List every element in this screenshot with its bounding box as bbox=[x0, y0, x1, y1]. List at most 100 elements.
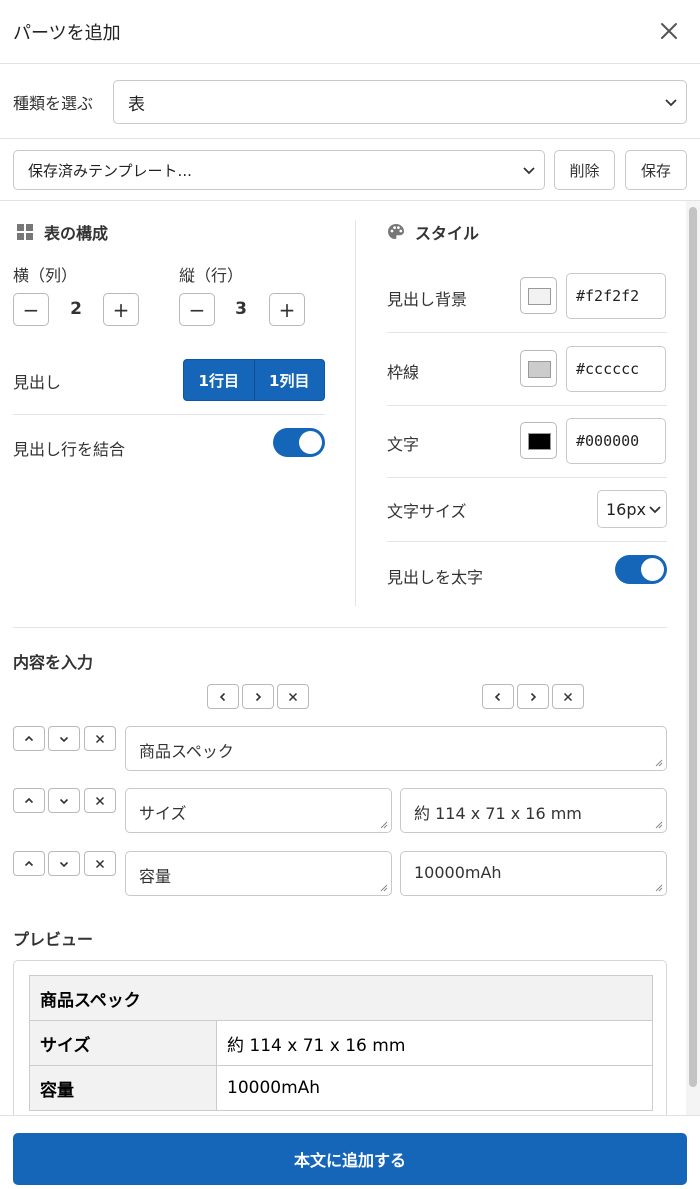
template-row: 保存済みテンプレート... 削除 保存 bbox=[0, 139, 700, 201]
col1-delete-button[interactable] bbox=[277, 684, 309, 709]
border-hex-input[interactable]: #cccccc bbox=[566, 346, 666, 392]
chevron-down-icon bbox=[649, 506, 661, 514]
swatch-fill bbox=[528, 288, 551, 305]
row2-delete-button[interactable] bbox=[84, 788, 116, 813]
rows-increment-button[interactable]: + bbox=[269, 293, 305, 326]
table-row: サイズ 約 114 x 71 x 16 mm bbox=[29, 1020, 653, 1066]
resize-grip-icon[interactable] bbox=[654, 883, 663, 892]
cell-input-r2c1[interactable]: サイズ bbox=[125, 788, 392, 833]
resize-grip-icon[interactable] bbox=[654, 820, 663, 829]
cell-input-r3c1[interactable]: 容量 bbox=[125, 851, 392, 896]
col1-move-left-button[interactable] bbox=[207, 684, 239, 709]
row2-move-up-button[interactable] bbox=[13, 788, 45, 813]
rows-label: 縦（行） bbox=[179, 266, 244, 285]
text-color-label: 文字 bbox=[387, 435, 420, 454]
header-option-first-row[interactable]: 1行目 bbox=[184, 360, 254, 400]
merge-header-label: 見出し行を結合 bbox=[13, 440, 126, 459]
style-divider bbox=[387, 477, 667, 478]
chevron-down-icon bbox=[665, 99, 677, 107]
cell-input-text: 容量 bbox=[139, 867, 172, 886]
close-icon bbox=[288, 692, 298, 701]
template-select-value: 保存済みテンプレート... bbox=[28, 161, 192, 180]
close-icon bbox=[95, 796, 105, 805]
cell-input-r3c2[interactable]: 10000mAh bbox=[400, 851, 667, 896]
palette-icon bbox=[388, 224, 404, 239]
close-icon bbox=[661, 23, 677, 39]
preview-cell: 10000mAh bbox=[216, 1065, 653, 1111]
cols-value: 2 bbox=[70, 299, 82, 319]
close-icon bbox=[563, 692, 573, 701]
text-color-hex-input[interactable]: #000000 bbox=[566, 418, 666, 464]
font-size-select[interactable]: 16px bbox=[597, 490, 667, 528]
cell-input-text: サイズ bbox=[139, 804, 187, 823]
border-label: 枠線 bbox=[387, 363, 420, 382]
bold-header-label: 見出しを太字 bbox=[387, 568, 484, 587]
chevron-up-icon bbox=[24, 860, 34, 866]
type-row: 種類を選ぶ 表 bbox=[0, 64, 700, 139]
resize-grip-icon[interactable] bbox=[654, 758, 663, 767]
style-divider bbox=[387, 332, 667, 333]
row1-move-up-button[interactable] bbox=[13, 726, 45, 751]
scrollbar-thumb[interactable] bbox=[689, 207, 697, 1087]
cell-input-r1c1[interactable]: 商品スペック bbox=[125, 726, 667, 771]
row2-move-down-button[interactable] bbox=[48, 788, 80, 813]
style-divider bbox=[387, 405, 667, 406]
toggle-knob bbox=[641, 558, 664, 581]
header-bg-hex-input[interactable]: #f2f2f2 bbox=[566, 273, 666, 319]
cols-increment-button[interactable]: + bbox=[103, 293, 139, 326]
col2-move-left-button[interactable] bbox=[482, 684, 514, 709]
header-segmented-control: 1行目 1列目 bbox=[183, 359, 325, 401]
type-select[interactable]: 表 bbox=[113, 80, 687, 124]
chevron-left-icon bbox=[494, 692, 501, 701]
border-color-swatch[interactable] bbox=[520, 350, 557, 387]
row1-move-down-button[interactable] bbox=[48, 726, 80, 751]
row3-move-down-button[interactable] bbox=[48, 851, 80, 876]
cols-label: 横（列） bbox=[13, 266, 78, 285]
type-label: 種類を選ぶ bbox=[13, 94, 94, 113]
preview-table: 商品スペック サイズ 約 114 x 71 x 16 mm 容量 10000mA… bbox=[29, 975, 653, 1111]
row3-move-up-button[interactable] bbox=[13, 851, 45, 876]
cell-input-r2c2[interactable]: 約 114 x 71 x 16 mm bbox=[400, 788, 667, 833]
structure-heading-text: 表の構成 bbox=[44, 224, 109, 243]
chevron-down-icon bbox=[523, 167, 535, 175]
structure-divider bbox=[13, 414, 325, 415]
preview-cell: 商品スペック bbox=[29, 975, 653, 1021]
chevron-right-icon bbox=[255, 692, 262, 701]
header-option-first-col[interactable]: 1列目 bbox=[253, 360, 325, 400]
rows-decrement-button[interactable]: − bbox=[179, 293, 215, 326]
section-divider bbox=[13, 627, 667, 628]
style-heading: スタイル bbox=[387, 220, 479, 244]
toggle-knob bbox=[299, 431, 322, 454]
content-heading: 内容を入力 bbox=[13, 653, 94, 672]
cols-decrement-button[interactable]: − bbox=[13, 293, 49, 326]
resize-grip-icon[interactable] bbox=[379, 820, 388, 829]
col1-move-right-button[interactable] bbox=[242, 684, 274, 709]
delete-template-button[interactable]: 削除 bbox=[554, 150, 615, 190]
chevron-up-icon bbox=[24, 735, 34, 741]
close-button[interactable] bbox=[656, 18, 682, 44]
structure-heading: 表の構成 bbox=[16, 220, 108, 244]
font-size-label: 文字サイズ bbox=[387, 502, 467, 521]
add-to-body-button[interactable]: 本文に追加する bbox=[13, 1133, 687, 1185]
text-color-swatch[interactable] bbox=[520, 422, 557, 459]
column-divider bbox=[355, 220, 356, 606]
font-size-select-value: 16px bbox=[606, 499, 646, 519]
col2-move-right-button[interactable] bbox=[517, 684, 549, 709]
preview-cell: 容量 bbox=[29, 1065, 217, 1111]
row1-delete-button[interactable] bbox=[84, 726, 116, 751]
preview-cell: サイズ bbox=[29, 1020, 217, 1066]
bold-header-toggle[interactable] bbox=[615, 555, 667, 584]
dialog-title: パーツを追加 bbox=[13, 22, 121, 44]
rows-value: 3 bbox=[235, 299, 247, 319]
save-template-button[interactable]: 保存 bbox=[625, 150, 687, 190]
header-bg-color-swatch[interactable] bbox=[520, 277, 557, 314]
resize-grip-icon[interactable] bbox=[379, 883, 388, 892]
dialog-footer: 本文に追加する bbox=[0, 1115, 700, 1189]
row3-delete-button[interactable] bbox=[84, 851, 116, 876]
merge-header-toggle[interactable] bbox=[273, 428, 325, 457]
col2-delete-button[interactable] bbox=[552, 684, 584, 709]
header-label: 見出し bbox=[13, 373, 62, 392]
dialog-header: パーツを追加 bbox=[0, 0, 700, 64]
template-select[interactable]: 保存済みテンプレート... bbox=[13, 150, 545, 190]
preview-cell: 約 114 x 71 x 16 mm bbox=[216, 1020, 653, 1066]
